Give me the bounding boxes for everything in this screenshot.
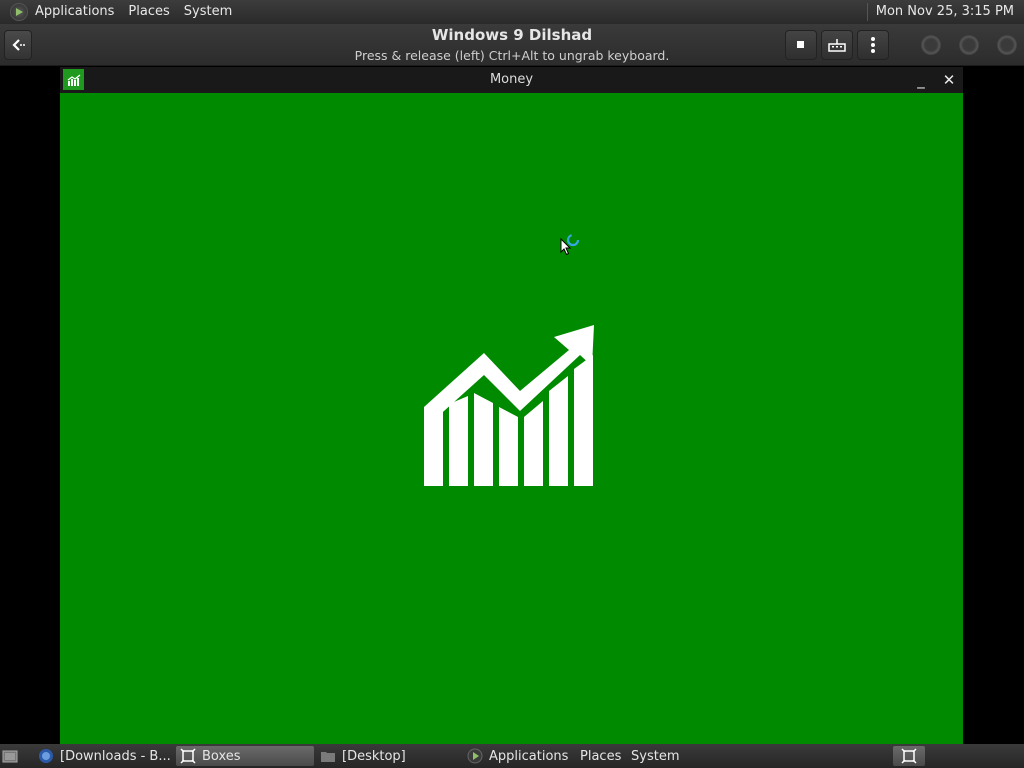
show-desktop-icon (2, 750, 18, 763)
boxes-header: Windows 9 Dilshad Press & release (left)… (0, 24, 1024, 66)
money-close-button[interactable]: ✕ (938, 70, 960, 90)
top-panel: Applications Places System Mon Nov 25, 3… (0, 0, 1024, 24)
window-maximize-button[interactable] (959, 35, 979, 55)
bottom-taskbar: [Downloads - B... Boxes [Desktop] Applic… (0, 744, 1024, 768)
kebab-menu-icon (871, 37, 875, 53)
taskbar-menu-places[interactable]: Places (580, 746, 622, 766)
taskbar-item-desktop[interactable]: [Desktop] (320, 746, 454, 766)
firefox-icon (39, 749, 53, 763)
taskbar-item-label: [Desktop] (342, 748, 406, 764)
applications-logo-icon[interactable] (10, 3, 28, 21)
money-minimize-button[interactable]: _ (910, 70, 932, 90)
taskbar-item-label: Boxes (202, 748, 241, 764)
workspace-switcher[interactable] (893, 746, 925, 766)
menu-applications[interactable]: Applications (28, 0, 121, 24)
clock[interactable]: Mon Nov 25, 3:15 PM (866, 3, 1024, 21)
taskbar-item-boxes[interactable]: Boxes (176, 746, 314, 766)
taskbar-menu-applications[interactable]: Applications (467, 746, 571, 766)
chart-up-arrow-icon (424, 325, 594, 486)
taskbar-item-label: Places (580, 748, 622, 764)
taskbar-menu-system[interactable]: System (631, 746, 683, 766)
taskbar-item-label: Applications (489, 748, 569, 764)
app-menu-icon (467, 748, 483, 764)
mouse-cursor-icon (560, 238, 572, 256)
boxes-icon (180, 748, 196, 764)
properties-menu-button[interactable] (857, 30, 889, 60)
menu-system[interactable]: System (177, 0, 239, 24)
taskbar-item-downloads[interactable]: [Downloads - B... (38, 746, 172, 766)
menu-places[interactable]: Places (121, 0, 176, 24)
window-minimize-button[interactable] (921, 35, 941, 55)
folder-icon (321, 752, 335, 762)
keyboard-icon (828, 39, 846, 52)
taskbar-item-label: System (631, 748, 680, 764)
stop-icon (797, 41, 804, 48)
money-window-title: Money (489, 72, 534, 87)
keyboard-button[interactable] (821, 30, 853, 60)
show-desktop-button[interactable] (2, 746, 24, 766)
boxes-icon (901, 748, 917, 764)
stop-button[interactable] (785, 30, 817, 60)
taskbar-item-label: [Downloads - B... (60, 748, 171, 764)
window-close-button[interactable] (997, 35, 1017, 55)
money-titlebar[interactable]: Money _ ✕ (60, 67, 963, 93)
money-window[interactable]: Money _ ✕ (60, 67, 963, 744)
